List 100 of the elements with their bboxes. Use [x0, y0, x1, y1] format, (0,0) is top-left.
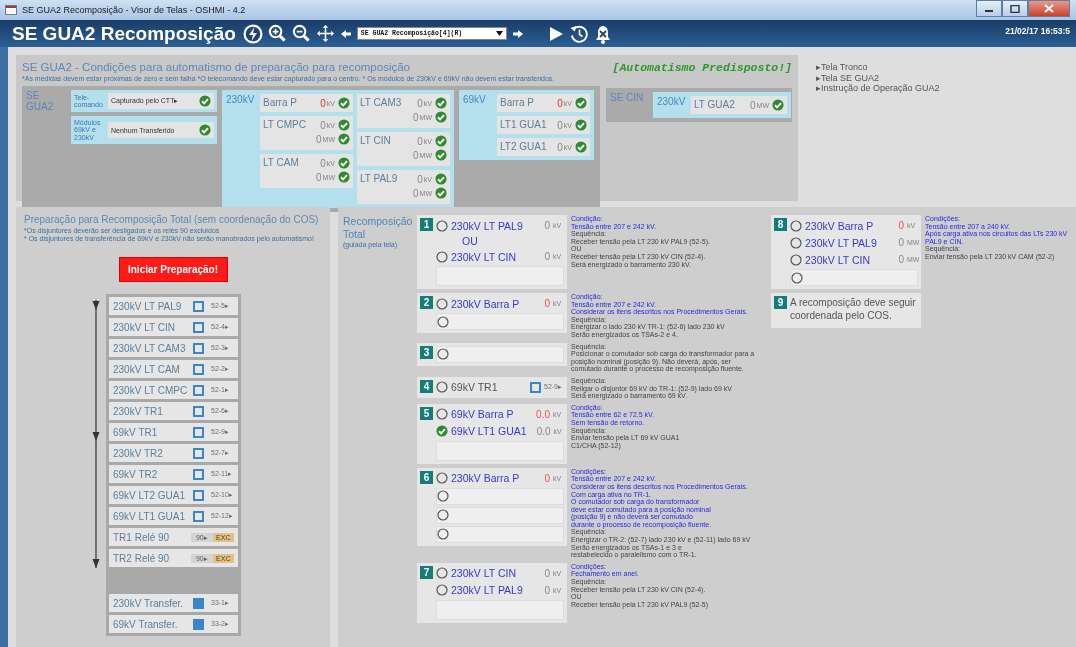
checkbox[interactable] [193, 489, 204, 501]
line-label: 230kV LT CIN [451, 250, 517, 263]
lightning-icon[interactable] [242, 23, 263, 44]
reading-value: 0 [543, 472, 550, 484]
section-title: Recomposição Total [343, 215, 414, 241]
radio-button[interactable] [436, 425, 448, 438]
radio-button[interactable] [436, 250, 448, 263]
reading-value: 0 [897, 254, 904, 265]
line-label: 230kV LT PAL9 [451, 584, 524, 597]
line-label: 230kV LT CIN [805, 253, 871, 266]
checkbox[interactable] [193, 363, 204, 375]
radio-button[interactable] [436, 381, 448, 394]
step-number: 4 [420, 379, 433, 393]
radio-button[interactable] [436, 408, 448, 421]
checkbox[interactable] [193, 447, 204, 459]
breaker-label: 69kV TR1 [113, 426, 159, 438]
radio-button[interactable] [436, 297, 448, 310]
checkbox[interactable] [193, 321, 204, 333]
radio-button[interactable] [437, 348, 449, 361]
checkbox[interactable] [530, 381, 541, 393]
checkbox[interactable] [193, 426, 204, 438]
line-label: LT1 GUA1 [500, 118, 548, 132]
breaker-label: 69kV Transfer. [113, 618, 179, 630]
checkbox[interactable] [193, 618, 204, 630]
breaker-label: 69kV LT1 GUA1 [113, 510, 187, 522]
voltage-label: 230kV [226, 94, 256, 107]
checkbox[interactable] [193, 510, 204, 522]
relay-label: TR1 Relé 90 [113, 531, 171, 543]
radio-button[interactable] [436, 567, 448, 580]
line-label: LT2 GUA1 [500, 140, 548, 154]
step-number: 5 [420, 406, 433, 420]
line-label: LT CIN [360, 134, 392, 148]
right-arrow-icon[interactable] [511, 27, 524, 40]
radio-button[interactable] [790, 253, 802, 266]
breaker-label: 69kV TR2 [113, 468, 159, 480]
link[interactable]: ▸Tela Tronco [816, 62, 868, 73]
checkbox[interactable] [193, 468, 204, 480]
reading-value: 0 [320, 157, 326, 169]
line-label: 69kV Barra P [451, 408, 515, 421]
breaker-label: 230kV LT CAM [113, 363, 181, 375]
checkbox[interactable] [193, 597, 204, 609]
close-icon [1044, 4, 1054, 13]
maximize-icon [1010, 4, 1020, 13]
line-label: LT GUA2 [694, 98, 736, 112]
panel-title: Preparação para Recomposição Total (sem coordenação do COS) [24, 213, 320, 227]
substation-label: SE CIN [610, 92, 645, 103]
play-icon[interactable] [547, 25, 564, 42]
reading-value: 0 [316, 133, 322, 145]
reading-value: 0.0 [535, 408, 550, 420]
step-number: 2 [420, 296, 433, 309]
app-icon [5, 5, 17, 15]
step-number: 6 [420, 470, 433, 484]
or-label: OU [461, 235, 478, 247]
reading-value: 0.0 [535, 425, 551, 437]
link[interactable]: ▸Instrução de Operação GUA2 [816, 83, 940, 94]
step-number: 8 [774, 218, 787, 231]
reading-value: 0 [413, 187, 419, 199]
breaker-label: 230kV LT PAL9 [113, 300, 183, 312]
line-label: 230kV Barra P [451, 472, 521, 485]
radio-button[interactable] [437, 315, 449, 328]
bell-icon[interactable] [593, 23, 612, 44]
radio-button[interactable] [790, 236, 802, 249]
zoom-in-icon[interactable] [267, 24, 287, 43]
close-button[interactable] [1028, 0, 1070, 17]
reading-value: 0 [417, 135, 423, 147]
reading-value: 0 [320, 119, 326, 131]
status-text: [Automatismo Predisposto!] [611, 61, 792, 74]
radio-button[interactable] [437, 490, 449, 503]
reading-value: 0 [543, 567, 550, 579]
radio-button[interactable] [436, 472, 448, 485]
caret-icon [495, 31, 503, 36]
radio-button[interactable] [437, 528, 449, 541]
line-label: 230kV LT CIN [451, 567, 517, 580]
link[interactable]: ▸Tela SE GUA2 [816, 72, 880, 83]
radio-button[interactable] [437, 509, 449, 522]
radio-button[interactable] [790, 219, 802, 232]
minimize-button[interactable] [976, 0, 1002, 17]
reading-value: 0 [543, 220, 550, 231]
history-icon[interactable] [568, 23, 589, 44]
step-number: 3 [420, 345, 433, 359]
move-icon[interactable] [315, 24, 335, 43]
radio-button[interactable] [436, 584, 448, 597]
left-arrow-icon[interactable] [339, 27, 352, 40]
breaker-label: 230kV TR2 [113, 447, 164, 459]
reading-value: 0 [557, 97, 563, 109]
radio-button[interactable] [436, 219, 448, 232]
line-label: 230kV Barra P [805, 219, 875, 232]
checkbox[interactable] [193, 300, 204, 312]
checkbox[interactable] [193, 384, 204, 396]
screen-title: SE GUA2 Recomposição [12, 22, 236, 45]
checkbox[interactable] [193, 342, 204, 354]
voltage-label: 69kV [463, 94, 487, 107]
maximize-button[interactable] [1002, 0, 1028, 17]
reading-value: 0 [316, 171, 322, 183]
radio-button[interactable] [791, 271, 803, 284]
breaker-label: 69kV TR1 [451, 381, 499, 394]
checkbox[interactable] [193, 405, 204, 417]
start-button[interactable]: Iniciar Preparação! [118, 257, 228, 282]
zoom-out-icon[interactable] [291, 24, 311, 43]
breaker-label: 230kV LT CAM3 [113, 342, 187, 354]
